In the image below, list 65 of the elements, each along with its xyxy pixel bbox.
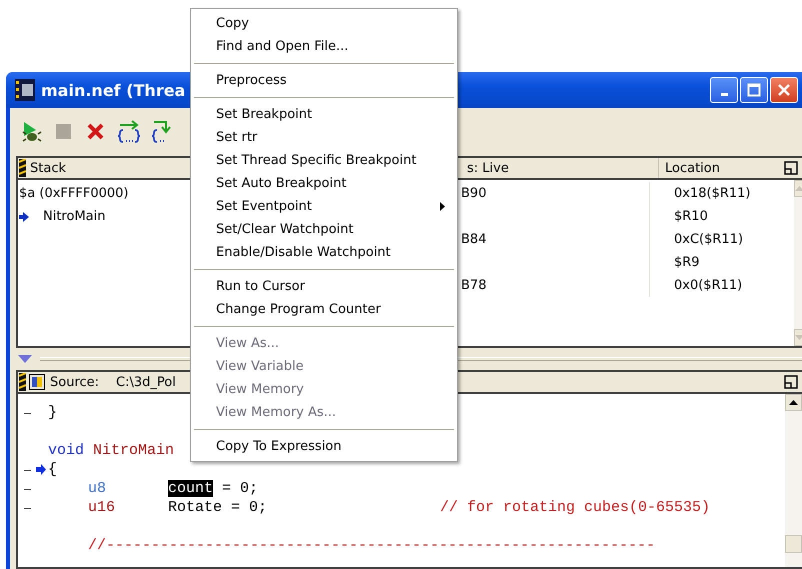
menu-item[interactable]: Run to Cursor [191, 275, 457, 298]
menu-item[interactable]: Enable/Disable Watchpoint [191, 241, 457, 264]
menu-item[interactable]: Set Thread Specific Breakpoint [191, 149, 457, 172]
table-cell: 0x18($R11) [674, 186, 750, 201]
up-arrow-icon [789, 400, 798, 405]
minimize-button[interactable] [710, 77, 738, 103]
dock-icon[interactable] [784, 375, 798, 389]
table-cell: $R9 [674, 255, 700, 270]
maximize-icon [747, 83, 761, 97]
scroll-thumb[interactable] [785, 535, 802, 553]
book-icon[interactable] [29, 374, 45, 390]
collapse-triangle-icon[interactable] [18, 355, 32, 363]
menu-item[interactable]: Copy [191, 12, 457, 35]
code-comment: //------------------------------------------------------------- [88, 537, 656, 554]
line-marker[interactable] [24, 489, 31, 490]
menu-item[interactable]: Set Auto Breakpoint [191, 172, 457, 195]
menu-item[interactable]: Set rtr [191, 126, 457, 149]
column-header: s: Live [466, 160, 510, 178]
menu-item[interactable]: Set/Clear Watchpoint [191, 218, 457, 241]
table-cell: $R10 [674, 209, 708, 224]
code-text: = 0; [222, 480, 258, 497]
menu-item[interactable]: Change Program Counter [191, 298, 457, 321]
menu-item[interactable]: Set Eventpoint [191, 195, 457, 218]
menu-item[interactable]: Copy To Expression [191, 435, 457, 458]
close-icon [777, 83, 791, 97]
maximize-button[interactable] [740, 77, 768, 103]
code-text: } [48, 404, 58, 421]
table-cell: 0x0($R11) [674, 278, 742, 293]
stack-frame[interactable]: NitroMain [35, 209, 106, 224]
column-header: Stack [30, 160, 66, 176]
line-marker[interactable] [24, 470, 31, 471]
line-marker[interactable] [24, 413, 31, 414]
up-arrow-icon [795, 186, 802, 191]
code-comment: // for rotating cubes(0-65535) [440, 499, 710, 516]
code-text: Rotate = 0; [168, 499, 268, 516]
menu-item[interactable]: Find and Open File... [191, 35, 457, 58]
stack-frame[interactable]: $a (0xFFFF0000) [19, 186, 128, 201]
table-cell: 0xC($R11) [674, 232, 744, 247]
column-header: Location [658, 158, 785, 178]
table-cell: B78 [461, 278, 486, 293]
code-text: { [48, 461, 58, 478]
source-label: Source: [50, 374, 100, 390]
film-icon [15, 79, 35, 101]
striped-icon [19, 373, 26, 391]
line-marker[interactable] [24, 508, 31, 509]
code-text: NitroMain [93, 442, 174, 459]
code-text: u8 [88, 480, 106, 497]
table-cell: B84 [461, 232, 486, 247]
source-path: C:\3d_Pol [116, 374, 176, 390]
scroll-up-button[interactable] [785, 394, 802, 411]
menu-item[interactable]: Set Breakpoint [191, 103, 457, 126]
step-over-icon[interactable] [116, 119, 142, 145]
striped-icon [19, 159, 26, 177]
minimize-icon [720, 92, 728, 96]
dock-icon[interactable] [784, 161, 798, 175]
window-title: main.nef (Threa [41, 80, 186, 100]
code-text: count [168, 480, 214, 497]
scrollbar[interactable] [785, 394, 802, 567]
menu-item[interactable]: Preprocess [191, 69, 457, 92]
down-arrow-icon [795, 335, 802, 340]
code-text: void [48, 442, 84, 459]
close-button[interactable] [770, 77, 798, 103]
code-text: u16 [88, 499, 116, 516]
run-bug-icon[interactable] [20, 120, 44, 144]
table-cell: B90 [461, 186, 486, 201]
